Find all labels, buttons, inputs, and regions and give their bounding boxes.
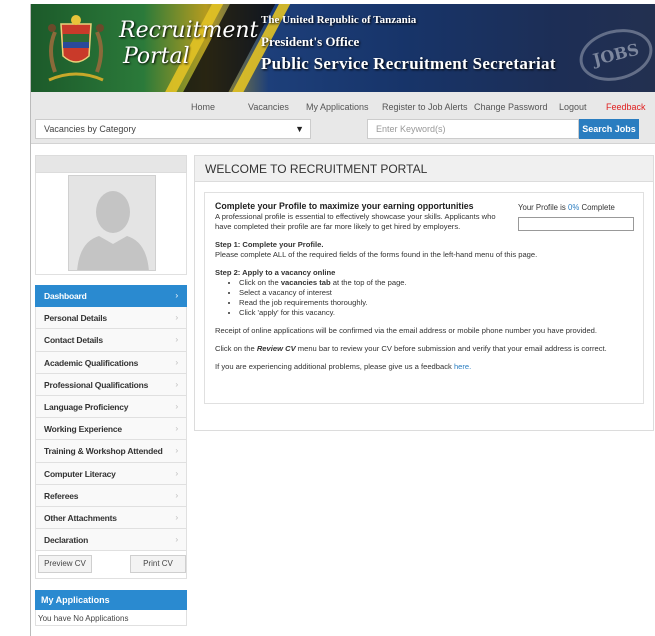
sidebar-item-contact-details[interactable]: Contact Details ›: [35, 329, 187, 352]
chevron-right-icon: ›: [175, 445, 178, 456]
list-item: Read the job requirements thoroughly.: [239, 298, 633, 308]
chevron-right-icon: ›: [175, 312, 178, 323]
sidebar-item-declaration[interactable]: Declaration ›: [35, 529, 187, 552]
government-heading: The United Republic of Tanzania Presiden…: [261, 14, 556, 73]
page-title: WELCOME TO RECRUITMENT PORTAL: [195, 156, 653, 182]
nav-register-job-alerts[interactable]: Register to Job Alerts: [382, 102, 468, 112]
my-applications-empty-text: You have No Applications: [35, 610, 187, 627]
sidebar: Dashboard › Personal Details › Contact Det…: [35, 155, 187, 636]
step2-list: Click on the vacancies tab at the top of…: [239, 278, 633, 318]
nav-home[interactable]: Home: [191, 102, 215, 112]
chevron-right-icon: ›: [175, 378, 178, 389]
sidebar-item-computer-literacy[interactable]: Computer Literacy ›: [35, 462, 187, 485]
sidebar-item-personal-details[interactable]: Personal Details ›: [35, 307, 187, 330]
nav-vacancies[interactable]: Vacancies: [248, 102, 289, 112]
sidebar-item-dashboard[interactable]: Dashboard ›: [35, 285, 187, 308]
top-nav-links: Home Vacancies My Applications Register …: [31, 102, 655, 114]
user-silhouette-icon: [69, 176, 155, 270]
nav-logout[interactable]: Logout: [559, 102, 587, 112]
coat-of-arms-icon: [48, 15, 104, 82]
sidebar-header: [35, 155, 187, 173]
feedback-text: If you are experiencing additional probl…: [215, 362, 472, 371]
sidebar-item-referees[interactable]: Referees ›: [35, 484, 187, 507]
chevron-right-icon: ›: [175, 489, 178, 500]
chevron-right-icon: ›: [175, 423, 178, 434]
dropdown-arrow-icon: ▼: [295, 124, 304, 134]
list-item: Click 'apply' for this vacancy.: [239, 308, 633, 318]
step1-title: Step 1: Complete your Profile.: [215, 240, 324, 249]
preview-cv-button[interactable]: Preview CV: [38, 555, 92, 574]
profile-progress-bar: [518, 217, 634, 231]
chevron-right-icon: ›: [175, 290, 178, 300]
sidebar-item-language-proficiency[interactable]: Language Proficiency ›: [35, 395, 187, 419]
navigation-bar: Home Vacancies My Applications Register …: [31, 92, 655, 144]
category-select-value: Vacancies by Category: [44, 124, 136, 134]
vacancies-category-select[interactable]: Vacancies by Category ▼: [35, 119, 311, 139]
profile-menu: Dashboard › Personal Details › Contact Det…: [35, 285, 187, 552]
sidebar-item-other-attachments[interactable]: Other Attachments ›: [35, 506, 187, 530]
chevron-right-icon: ›: [175, 400, 178, 411]
chevron-right-icon: ›: [175, 467, 178, 478]
search-jobs-button[interactable]: Search Jobs: [579, 119, 639, 139]
main-panel: WELCOME TO RECRUITMENT PORTAL Complete y…: [194, 155, 654, 431]
profile-heading: Complete your Profile to maximize your e…: [215, 201, 474, 211]
profile-completion: Your Profile is 0% Complete: [518, 203, 640, 231]
vacancies-tab-reference: vacancies tab: [280, 278, 331, 287]
welcome-content: Complete your Profile to maximize your e…: [204, 192, 644, 404]
review-cv-text: Click on the Review CV menu bar to revie…: [215, 344, 607, 353]
jobs-stamp-decoration: JOBS: [574, 21, 655, 89]
profile-photo-panel: [35, 173, 187, 275]
feedback-here-link[interactable]: here.: [454, 362, 471, 371]
list-item: Select a vacancy of interest: [239, 288, 633, 298]
step2-title: Step 2: Apply to a vacancy online: [215, 268, 336, 277]
print-cv-button[interactable]: Print CV: [130, 555, 186, 574]
portal-title: Recruitment Portal: [119, 18, 259, 69]
cv-actions: Preview CV Print CV: [35, 551, 187, 580]
sidebar-item-working-experience[interactable]: Working Experience ›: [35, 418, 187, 441]
sidebar-item-professional-qualifications[interactable]: Professional Qualifications ›: [35, 373, 187, 396]
receipt-text: Receipt of online applications will be c…: [215, 326, 598, 335]
page-frame: Recruitment Portal The United Republic o…: [30, 4, 655, 636]
chevron-right-icon: ›: [175, 334, 178, 345]
profile-percent: 0%: [568, 203, 580, 212]
sidebar-item-training-workshop[interactable]: Training & Workshop Attended ›: [35, 440, 187, 463]
avatar[interactable]: [68, 175, 156, 271]
nav-feedback[interactable]: Feedback: [606, 102, 646, 112]
chevron-right-icon: ›: [175, 511, 178, 522]
keyword-search-input[interactable]: [367, 119, 579, 139]
step1-text: Please complete ALL of the required fiel…: [215, 250, 538, 259]
my-applications-header: My Applications: [35, 590, 187, 611]
sidebar-item-academic-qualifications[interactable]: Academic Qualifications ›: [35, 351, 187, 374]
nav-change-password[interactable]: Change Password: [474, 102, 548, 112]
chevron-right-icon: ›: [175, 356, 178, 367]
list-item: Click on the vacancies tab at the top of…: [239, 278, 633, 288]
header-banner: Recruitment Portal The United Republic o…: [31, 4, 655, 92]
chevron-right-icon: ›: [175, 534, 178, 545]
profile-text: A professional profile is essential to e…: [215, 212, 496, 231]
nav-my-applications[interactable]: My Applications: [306, 102, 369, 112]
